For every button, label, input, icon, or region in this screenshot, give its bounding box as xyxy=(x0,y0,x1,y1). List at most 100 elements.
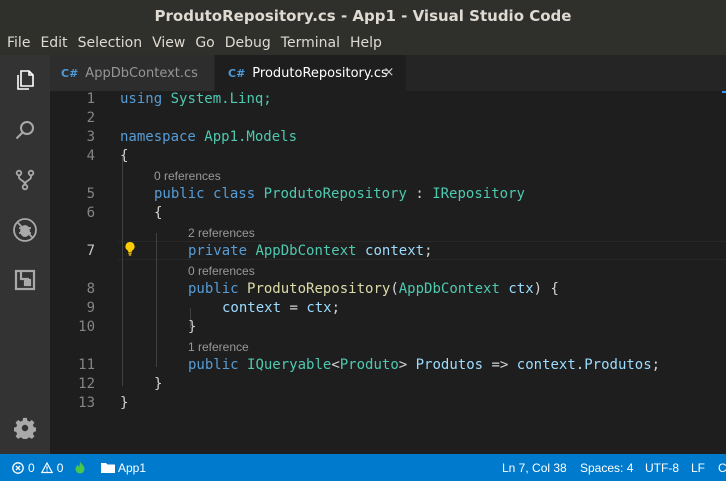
menu-bar: File Edit Selection View Go Debug Termin… xyxy=(0,32,726,55)
line-number: 6 xyxy=(86,205,95,221)
window-title: ProdutoRepository.cs - App1 - Visual Stu… xyxy=(154,7,572,25)
code-line-10: } xyxy=(188,319,197,335)
token-type: Produto xyxy=(339,357,399,373)
line-number: 13 xyxy=(78,395,95,411)
menu-go[interactable]: Go xyxy=(190,32,219,55)
folder-name: App1 xyxy=(118,460,147,475)
token-function: ProdutoRepository xyxy=(247,281,391,297)
line-number: 9 xyxy=(86,300,95,316)
lightbulb-icon[interactable] xyxy=(124,241,136,257)
token-punct: < xyxy=(331,357,340,373)
error-icon xyxy=(12,461,24,474)
menu-selection[interactable]: Selection xyxy=(73,32,148,55)
line-number: 3 xyxy=(86,129,95,145)
line-number: 1 xyxy=(86,91,95,107)
token-type: ProdutoRepository xyxy=(263,186,407,202)
token-variable: context xyxy=(222,300,282,316)
menu-terminal[interactable]: Terminal xyxy=(276,32,345,55)
line-number: 11 xyxy=(78,357,95,373)
token-punct: > xyxy=(398,357,416,373)
overview-ruler-mark xyxy=(722,91,726,93)
token-keyword: public xyxy=(188,281,239,297)
token-type: AppDbContext xyxy=(398,281,500,297)
line-number: 10 xyxy=(78,319,95,335)
csharp-file-icon: C# xyxy=(61,66,79,80)
token-punct: ; xyxy=(651,357,661,373)
token-variable: Produtos xyxy=(415,357,484,373)
token-keyword: public xyxy=(188,357,239,373)
token-punct: . xyxy=(575,357,585,373)
eol-selector[interactable]: LF xyxy=(691,454,705,481)
token-keyword: public xyxy=(154,186,205,202)
activity-bar xyxy=(0,55,50,454)
menu-edit[interactable]: Edit xyxy=(35,32,72,55)
token-punct: ( xyxy=(390,281,399,297)
code-line-11: public IQueryable<Produto> Produtos => c… xyxy=(188,357,660,373)
encoding-selector[interactable]: UTF-8 xyxy=(645,454,679,481)
error-count: 0 xyxy=(28,460,35,475)
menu-view[interactable]: View xyxy=(147,32,190,55)
gear-icon[interactable] xyxy=(0,403,50,453)
token-namespace: System.Linq; xyxy=(162,91,272,107)
tab-label: AppDbContext.cs xyxy=(85,65,198,81)
code-lens-references[interactable]: 1 reference xyxy=(188,340,249,354)
code-lens-references[interactable]: 2 references xyxy=(188,226,255,240)
close-icon[interactable]: × xyxy=(382,65,396,81)
token-variable: ctx xyxy=(508,281,534,297)
debug-icon[interactable] xyxy=(0,205,50,255)
line-number: 12 xyxy=(78,376,95,392)
line-number: 4 xyxy=(86,148,95,164)
code-line-4: { xyxy=(120,148,129,164)
code-editor[interactable]: 1 2 3 4 5 6 7 8 9 10 11 12 13 0 referenc… xyxy=(50,91,726,454)
code-line-9: context = ctx; xyxy=(222,300,340,316)
flame-icon[interactable] xyxy=(74,454,86,481)
token-keyword: namespace xyxy=(120,129,196,145)
line-number: 5 xyxy=(86,186,95,202)
menu-debug[interactable]: Debug xyxy=(220,32,276,55)
token-punct: ; xyxy=(424,243,433,259)
code-line-8: public ProdutoRepository(AppDbContext ct… xyxy=(188,281,559,297)
line-number: 2 xyxy=(86,110,95,126)
token-keyword: using xyxy=(120,91,163,107)
token-punct: ; xyxy=(331,300,341,316)
token-type: IQueryable xyxy=(247,357,332,373)
token-punct: ) { xyxy=(533,281,559,297)
indent-guide xyxy=(156,233,157,367)
extensions-icon[interactable] xyxy=(0,255,50,305)
token-variable: context xyxy=(365,243,425,259)
problems-indicator[interactable]: 0 0 xyxy=(12,454,63,481)
code-lens-references[interactable]: 0 references xyxy=(188,264,255,278)
token-type: IRepository xyxy=(432,186,525,202)
menu-file[interactable]: File xyxy=(2,32,35,55)
tab-appdbcontext[interactable]: C# AppDbContext.cs xyxy=(50,55,214,91)
tab-label: ProdutoRepository.cs xyxy=(252,65,388,81)
search-icon[interactable] xyxy=(0,105,50,155)
token-keyword: private xyxy=(188,243,248,259)
tab-produtorepository[interactable]: C# ProdutoRepository.cs × xyxy=(215,55,406,91)
menu-help[interactable]: Help xyxy=(345,32,387,55)
token-keyword: class xyxy=(213,186,256,202)
code-lens-references[interactable]: 0 references xyxy=(154,169,221,183)
source-control-icon[interactable] xyxy=(0,155,50,205)
token-punct: : xyxy=(406,186,433,202)
token-variable: ctx xyxy=(306,300,332,316)
folder-indicator[interactable]: App1 xyxy=(101,454,146,481)
token-namespace: App1.Models xyxy=(195,129,298,145)
token-punct: => xyxy=(483,357,517,373)
token-variable: context xyxy=(516,357,576,373)
code-line-12: } xyxy=(154,376,163,392)
code-line-7: private AppDbContext context; xyxy=(188,243,433,259)
csharp-file-icon: C# xyxy=(228,66,246,80)
folder-icon xyxy=(101,463,115,473)
indentation-selector[interactable]: Spaces: 4 xyxy=(580,454,633,481)
code-line-6: { xyxy=(154,205,163,221)
cursor-position[interactable]: Ln 7, Col 38 xyxy=(502,454,567,481)
title-bar: ProdutoRepository.cs - App1 - Visual Stu… xyxy=(0,0,726,32)
files-icon[interactable] xyxy=(0,55,50,105)
editor-tabs: C# AppDbContext.cs C# ProdutoRepository.… xyxy=(50,55,726,91)
language-mode[interactable]: C xyxy=(718,454,726,481)
